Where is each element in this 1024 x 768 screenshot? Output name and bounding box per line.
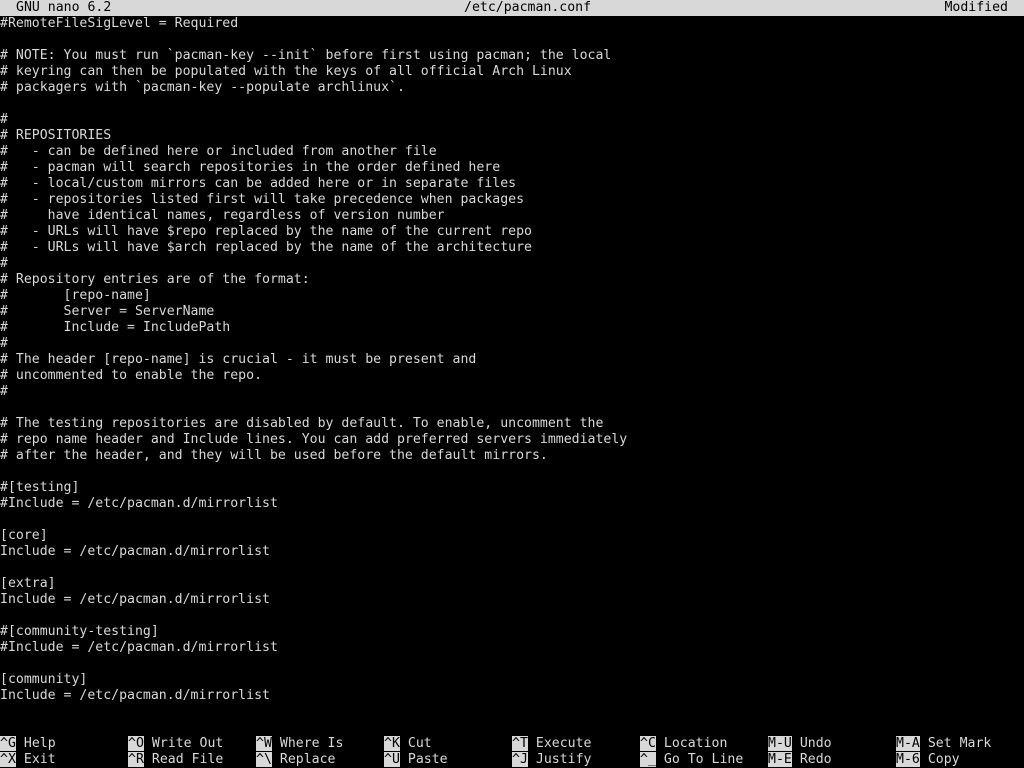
editor-line[interactable]	[0, 32, 1024, 48]
shortcut-key: ^T	[512, 736, 528, 751]
editor-line[interactable]: [community]	[0, 672, 1024, 688]
shortcut-label: Justify	[535, 752, 592, 767]
editor-line[interactable]: # NOTE: You must run `pacman-key --init`…	[0, 48, 1024, 64]
shortcut-key: ^X	[0, 752, 16, 767]
editor-line[interactable]: # have identical names, regardless of ve…	[0, 208, 1024, 224]
shortcut-label: Redo	[799, 752, 832, 767]
shortcut-label: Undo	[799, 736, 832, 751]
shortcut-label: Help	[23, 736, 56, 751]
shortcut-key: ^_	[640, 752, 656, 767]
shortcut-key: M-U	[768, 736, 792, 751]
shortcut-key: M-E	[768, 752, 792, 767]
editor-line[interactable]	[0, 704, 1024, 720]
editor-line[interactable]: # - URLs will have $arch replaced by the…	[0, 240, 1024, 256]
shortcut-go-to-line[interactable]: ^_ Go To Line	[640, 752, 743, 768]
shortcut-replace[interactable]: ^\ Replace	[256, 752, 335, 768]
shortcut-cut[interactable]: ^K Cut	[384, 736, 432, 752]
editor-line[interactable]: #	[0, 112, 1024, 128]
shortcut-label: Replace	[279, 752, 336, 767]
shortcut-set-mark[interactable]: M-A Set Mark	[896, 736, 991, 752]
editor-line[interactable]: [extra]	[0, 576, 1024, 592]
shortcut-where-is[interactable]: ^W Where Is	[256, 736, 343, 752]
shortcut-key: ^G	[0, 736, 16, 751]
editor-line[interactable]: # REPOSITORIES	[0, 128, 1024, 144]
editor-line[interactable]: # - local/custom mirrors can be added he…	[0, 176, 1024, 192]
editor-line[interactable]: # - can be defined here or included from…	[0, 144, 1024, 160]
editor-line[interactable]: # uncommented to enable the repo.	[0, 368, 1024, 384]
shortcut-label: Where Is	[279, 736, 344, 751]
shortcut-key: ^W	[256, 736, 272, 751]
editor-line[interactable]: # repo name header and Include lines. Yo…	[0, 432, 1024, 448]
shortcut-key: ^O	[128, 736, 144, 751]
editor-line[interactable]	[0, 608, 1024, 624]
shortcut-write-out[interactable]: ^O Write Out	[128, 736, 223, 752]
shortcut-label: Write Out	[151, 736, 224, 751]
editor-line[interactable]	[0, 656, 1024, 672]
shortcut-label: Execute	[535, 736, 592, 751]
editor-line[interactable]: #	[0, 336, 1024, 352]
editor-line[interactable]: # [repo-name]	[0, 288, 1024, 304]
editor-line[interactable]: #[community-testing]	[0, 624, 1024, 640]
title-bar: GNU nano 6.2 /etc/pacman.conf Modified	[0, 0, 1024, 16]
shortcut-key: ^K	[384, 736, 400, 751]
shortcut-label: Read File	[151, 752, 224, 767]
editor-line[interactable]	[0, 560, 1024, 576]
editor-line[interactable]: # Server = ServerName	[0, 304, 1024, 320]
shortcut-execute[interactable]: ^T Execute	[512, 736, 591, 752]
editor-line[interactable]: # after the header, and they will be use…	[0, 448, 1024, 464]
shortcut-justify[interactable]: ^J Justify	[512, 752, 591, 768]
editor-line[interactable]: #Include = /etc/pacman.d/mirrorlist	[0, 640, 1024, 656]
shortcut-label: Set Mark	[927, 736, 992, 751]
shortcut-copy[interactable]: M-6 Copy	[896, 752, 960, 768]
editor-line[interactable]: #Include = /etc/pacman.d/mirrorlist	[0, 496, 1024, 512]
editor-line[interactable]: # - repositories listed first will take …	[0, 192, 1024, 208]
shortcut-key: ^R	[128, 752, 144, 767]
shortcut-undo[interactable]: M-U Undo	[768, 736, 832, 752]
editor-line[interactable]: # packagers with `pacman-key --populate …	[0, 80, 1024, 96]
editor-line[interactable]: Include = /etc/pacman.d/mirrorlist	[0, 544, 1024, 560]
editor-line[interactable]: Include = /etc/pacman.d/mirrorlist	[0, 592, 1024, 608]
shortcut-bar: ^G Help ^O Write Out ^W Where Is ^K Cut ^T Execut…	[0, 736, 1024, 768]
editor-line[interactable]: #	[0, 256, 1024, 272]
shortcut-paste[interactable]: ^U Paste	[384, 752, 448, 768]
editor-line[interactable]: # Include = IncludePath	[0, 320, 1024, 336]
editor-line[interactable]: #	[0, 384, 1024, 400]
shortcut-label: Paste	[407, 752, 448, 767]
editor-line[interactable]	[0, 512, 1024, 528]
editor-line[interactable]: # - URLs will have $repo replaced by the…	[0, 224, 1024, 240]
shortcut-key: ^U	[384, 752, 400, 767]
shortcut-help[interactable]: ^G Help	[0, 736, 56, 752]
shortcut-key: ^\	[256, 752, 272, 767]
shortcut-key: M-A	[896, 736, 920, 751]
shortcut-label: Cut	[407, 736, 432, 751]
editor-line[interactable]: #[testing]	[0, 480, 1024, 496]
shortcut-label: Go To Line	[663, 752, 744, 767]
editor-line[interactable]: [core]	[0, 528, 1024, 544]
editor-line[interactable]	[0, 464, 1024, 480]
shortcut-key: ^C	[640, 736, 656, 751]
editor-line[interactable]: # The header [repo-name] is crucial - it…	[0, 352, 1024, 368]
editor-line[interactable]	[0, 96, 1024, 112]
editor-line[interactable]: #RemoteFileSigLevel = Required	[0, 16, 1024, 32]
editor-line[interactable]	[0, 400, 1024, 416]
editor-line[interactable]: # The testing repositories are disabled …	[0, 416, 1024, 432]
shortcut-label: Copy	[927, 752, 960, 767]
shortcut-location[interactable]: ^C Location	[640, 736, 727, 752]
editor-line[interactable]: Include = /etc/pacman.d/mirrorlist	[0, 688, 1024, 704]
shortcut-key: ^J	[512, 752, 528, 767]
editor-line[interactable]: # keyring can then be populated with the…	[0, 64, 1024, 80]
editor-line[interactable]: # - pacman will search repositories in t…	[0, 160, 1024, 176]
text-editor-area[interactable]: #RemoteFileSigLevel = Required # NOTE: Yo…	[0, 16, 1024, 720]
shortcut-redo[interactable]: M-E Redo	[768, 752, 832, 768]
app-name: GNU nano 6.2	[16, 0, 112, 15]
modified-status: Modified	[944, 0, 1008, 15]
shortcut-label: Exit	[23, 752, 56, 767]
shortcut-label: Location	[663, 736, 728, 751]
editor-line[interactable]: # Repository entries are of the format:	[0, 272, 1024, 288]
shortcut-read-file[interactable]: ^R Read File	[128, 752, 223, 768]
shortcut-key: M-6	[896, 752, 920, 767]
shortcut-exit[interactable]: ^X Exit	[0, 752, 56, 768]
file-path: /etc/pacman.conf	[464, 0, 592, 15]
